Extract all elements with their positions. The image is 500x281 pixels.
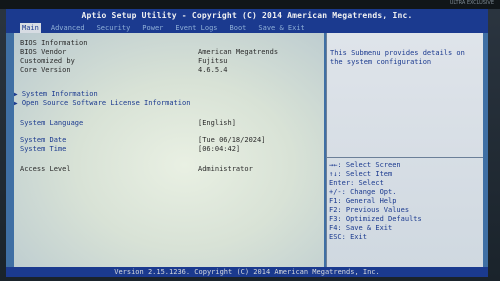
- help-panel: This Submenu provides details on the sys…: [326, 33, 483, 273]
- system-language-label: System Language: [20, 119, 84, 127]
- key-hint: +/-: Change Opt.: [329, 188, 397, 196]
- tab-bar: Main Advanced Security Power Event Logs …: [6, 23, 488, 33]
- main-panel: BIOS Information BIOS Vendor American Me…: [14, 33, 324, 273]
- help-divider: [327, 157, 483, 158]
- key-hint: ↑↓: Select Item: [329, 170, 393, 178]
- core-version-label: Core Version: [20, 66, 71, 74]
- submenu-arrow-icon: ▶: [14, 91, 18, 98]
- tab-boot[interactable]: Boot: [228, 23, 249, 33]
- bios-vendor-value: American Megatrends: [198, 48, 279, 56]
- key-hint: F3: Optimized Defaults: [329, 215, 422, 223]
- help-description: This Submenu provides details on the sys…: [330, 49, 465, 66]
- license-information-item[interactable]: ▶ Open Source Software License Informati…: [14, 99, 190, 108]
- tab-advanced[interactable]: Advanced: [49, 23, 87, 33]
- customized-by-label: Customized by: [20, 57, 75, 65]
- system-time-label: System Time: [20, 145, 67, 153]
- tab-power[interactable]: Power: [140, 23, 165, 33]
- tab-event-logs[interactable]: Event Logs: [173, 23, 219, 33]
- system-date-value[interactable]: [Tue 06/18/2024]: [198, 136, 265, 145]
- bios-screen: Aptio Setup Utility - Copyright (C) 2014…: [6, 9, 488, 277]
- bios-vendor-label: BIOS Vendor: [20, 48, 67, 56]
- bezel-label: ULTRA EXCLUSIVE: [449, 0, 494, 6]
- key-hint: F2: Previous Values: [329, 206, 410, 214]
- access-level-value: Administrator: [198, 165, 253, 173]
- key-hint: ESC: Exit: [329, 233, 367, 241]
- tab-save-exit[interactable]: Save & Exit: [256, 23, 306, 33]
- monitor: ULTRA EXCLUSIVE Aptio Setup Utility - Co…: [0, 0, 500, 281]
- monitor-bezel: ULTRA EXCLUSIVE: [0, 0, 500, 9]
- system-information-label: System Information: [21, 90, 98, 98]
- system-language-value[interactable]: [English]: [198, 119, 236, 128]
- key-hint: Enter: Select: [329, 179, 384, 187]
- footer: Version 2.15.1236. Copyright (C) 2014 Am…: [6, 267, 488, 277]
- tab-security[interactable]: Security: [95, 23, 133, 33]
- tab-main[interactable]: Main: [20, 23, 41, 33]
- system-time-value[interactable]: [06:04:42]: [198, 145, 240, 154]
- submenu-arrow-icon: ▶: [14, 100, 18, 107]
- key-hint: →←: Select Screen: [329, 161, 401, 169]
- system-date-label: System Date: [20, 136, 67, 144]
- customized-by-value: Fujitsu: [198, 57, 228, 65]
- key-hint: F4: Save & Exit: [329, 224, 393, 232]
- bios-information-heading: BIOS Information: [20, 39, 88, 47]
- access-level-label: Access Level: [20, 165, 71, 173]
- system-information-item[interactable]: ▶ System Information: [14, 90, 98, 99]
- key-hint: F1: General Help: [329, 197, 397, 205]
- title-bar: Aptio Setup Utility - Copyright (C) 2014…: [6, 9, 488, 23]
- core-version-value: 4.6.5.4: [198, 66, 228, 74]
- license-information-label: Open Source Software License Information: [21, 99, 191, 107]
- key-legend: →←: Select Screen ↑↓: Select Item Enter:…: [329, 161, 479, 242]
